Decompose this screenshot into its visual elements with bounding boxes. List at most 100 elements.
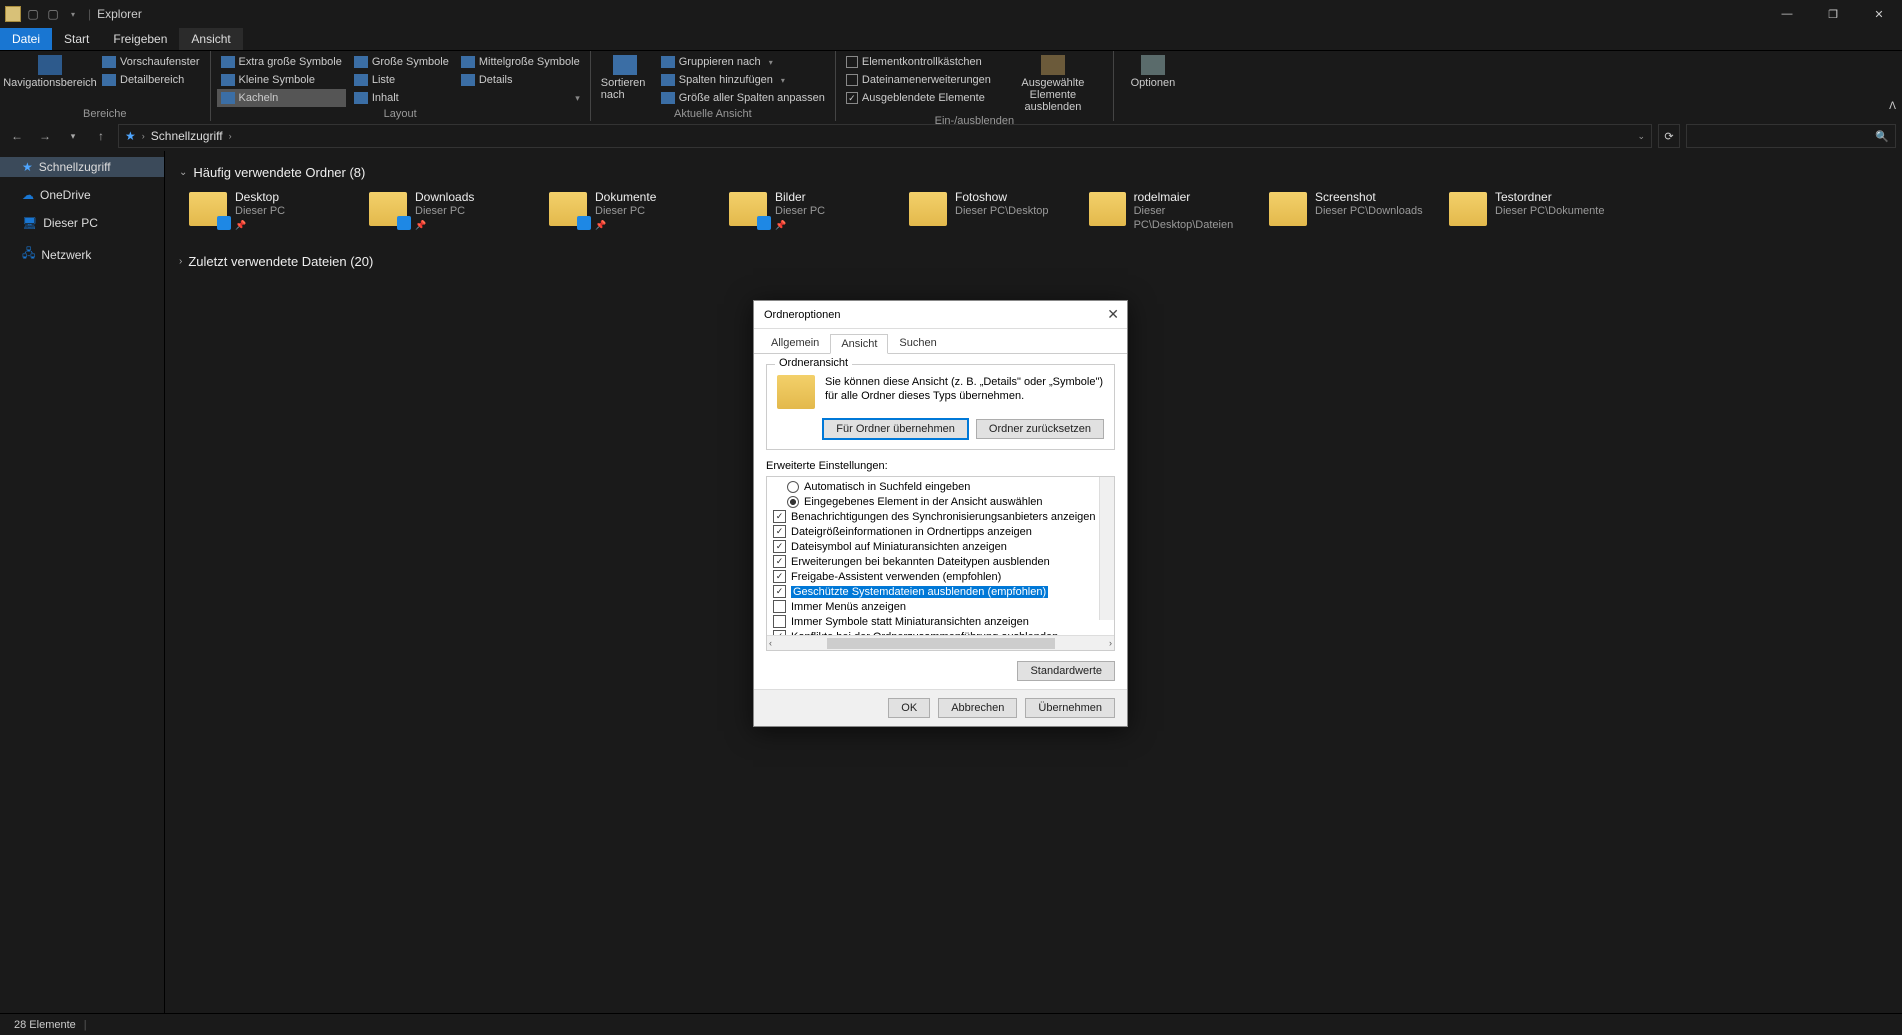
hide-selected-button[interactable]: Ausgewählte Elemente ausblenden	[999, 53, 1107, 115]
layout-small[interactable]: Kleine Symbole	[217, 71, 346, 89]
breadcrumb-segment[interactable]: Schnellzugriff	[151, 129, 223, 143]
label: Netzwerk	[41, 248, 91, 262]
folder-tile[interactable]: DesktopDieser PC📌	[187, 188, 365, 236]
options-button[interactable]: Optionen	[1120, 53, 1186, 91]
layout-large[interactable]: Große Symbole	[350, 53, 453, 71]
back-button[interactable]: ←	[6, 129, 28, 143]
advanced-setting-row[interactable]: Geschützte Systemdateien ausblenden (emp…	[773, 584, 1114, 599]
advanced-setting-row[interactable]: Dateisymbol auf Miniaturansichten anzeig…	[773, 539, 1114, 554]
file-extensions-toggle[interactable]: Dateinamenerweiterungen	[842, 71, 995, 89]
tab-view[interactable]: Ansicht	[179, 28, 242, 50]
layout-details[interactable]: Details	[457, 71, 584, 89]
advanced-setting-row[interactable]: Benachrichtigungen des Synchronisierungs…	[773, 509, 1114, 524]
maximize-button[interactable]: ❐	[1810, 0, 1856, 28]
sidebar-network[interactable]: 🖧Netzwerk	[0, 241, 164, 268]
folder-tile[interactable]: FotoshowDieser PC\Desktop	[907, 188, 1085, 236]
group-by-button[interactable]: Gruppieren nach▾	[657, 53, 829, 71]
autosize-columns-button[interactable]: Größe aller Spalten anpassen	[657, 89, 829, 107]
section-recent-files[interactable]: › Zuletzt verwendete Dateien (20)	[179, 254, 1894, 269]
folder-tile[interactable]: ScreenshotDieser PC\Downloads	[1267, 188, 1445, 236]
chevron-right-icon: ›	[179, 256, 182, 267]
dialog-tab-view[interactable]: Ansicht	[830, 334, 888, 354]
item-checkboxes-toggle[interactable]: Elementkontrollkästchen	[842, 53, 995, 71]
dialog-tab-search[interactable]: Suchen	[888, 333, 947, 353]
up-button[interactable]: ↑	[90, 129, 112, 143]
layout-list[interactable]: Liste	[350, 71, 453, 89]
collapse-ribbon-icon[interactable]: ᐱ	[1889, 101, 1896, 112]
refresh-button[interactable]: ⟳	[1658, 124, 1680, 148]
folder-tile[interactable]: BilderDieser PC📌	[727, 188, 905, 236]
add-columns-button[interactable]: Spalten hinzufügen▾	[657, 71, 829, 89]
dialog-tabs: Allgemein Ansicht Suchen	[754, 329, 1127, 354]
chevron-down-icon[interactable]: ⌄	[1637, 131, 1645, 142]
layout-content[interactable]: Inhalt	[350, 89, 453, 107]
label: Liste	[372, 74, 395, 86]
scroll-left-icon[interactable]: ‹	[769, 638, 772, 648]
tab-file[interactable]: Datei	[0, 28, 52, 50]
dialog-tab-general[interactable]: Allgemein	[760, 333, 830, 353]
hidden-items-toggle[interactable]: ✓Ausgeblendete Elemente	[842, 89, 995, 107]
folder-name: Dokumente	[595, 190, 656, 204]
layout-medium[interactable]: Mittelgroße Symbole	[457, 53, 584, 71]
navigation-pane-button[interactable]: Navigationsbereich	[6, 53, 94, 91]
advanced-setting-row[interactable]: Immer Menüs anzeigen	[773, 599, 1114, 614]
layout-extra-large[interactable]: Extra große Symbole	[217, 53, 346, 71]
folder-tile[interactable]: rodelmaierDieser PC\Desktop\Dateien	[1087, 188, 1265, 236]
advanced-setting-row[interactable]: Konflikte bei der Ordnerzusammenführung …	[773, 629, 1114, 635]
preview-pane-button[interactable]: Vorschaufenster	[98, 53, 204, 71]
folder-name: Desktop	[235, 190, 285, 204]
layout-more[interactable]: ▾	[457, 89, 584, 107]
apply-button[interactable]: Übernehmen	[1025, 698, 1115, 718]
close-button[interactable]: ✕	[1856, 0, 1902, 28]
sort-by-button[interactable]: Sortieren nach	[597, 53, 653, 103]
label: Details	[479, 74, 513, 86]
chevron-right-icon[interactable]: ›	[229, 131, 232, 141]
sidebar-quick-access[interactable]: ★Schnellzugriff	[0, 157, 164, 177]
label: Gruppieren nach	[679, 56, 761, 68]
sidebar-onedrive[interactable]: ☁OneDrive	[0, 185, 164, 205]
forward-button[interactable]: →	[34, 129, 56, 143]
advanced-setting-row[interactable]: Dateigrößeinformationen in Ordnertipps a…	[773, 524, 1114, 539]
pin-icon: 📌	[415, 218, 474, 232]
qat-dropdown-icon[interactable]: ▾	[64, 5, 82, 23]
reset-folders-button[interactable]: Ordner zurücksetzen	[976, 419, 1104, 439]
tab-share[interactable]: Freigeben	[101, 28, 179, 50]
search-input[interactable]: 🔍	[1686, 124, 1896, 148]
horizontal-scrollbar[interactable]: ‹ ›	[767, 635, 1114, 650]
label: OneDrive	[40, 188, 91, 202]
section-frequent-folders[interactable]: ⌄ Häufig verwendete Ordner (8)	[179, 165, 1894, 180]
history-dropdown-icon[interactable]: ▾	[62, 131, 84, 142]
cancel-button[interactable]: Abbrechen	[938, 698, 1017, 718]
restore-defaults-button[interactable]: Standardwerte	[1017, 661, 1115, 681]
advanced-setting-row[interactable]: Immer Symbole statt Miniaturansichten an…	[773, 614, 1114, 629]
qat-item[interactable]: ▢	[24, 5, 42, 23]
chevron-right-icon[interactable]: ›	[142, 131, 145, 141]
sidebar-this-pc[interactable]: 🖥Dieser PC	[0, 213, 164, 233]
minimize-button[interactable]: —	[1764, 0, 1810, 28]
qat-item[interactable]: ▢	[44, 5, 62, 23]
advanced-settings-list[interactable]: Automatisch in Suchfeld eingebenEingegeb…	[767, 477, 1114, 635]
details-pane-button[interactable]: Detailbereich	[98, 71, 204, 89]
folder-icon	[729, 192, 767, 226]
advanced-setting-row[interactable]: Freigabe-Assistent verwenden (empfohlen)	[773, 569, 1114, 584]
scroll-right-icon[interactable]: ›	[1109, 638, 1112, 648]
vertical-scrollbar[interactable]	[1099, 477, 1114, 620]
folder-tile[interactable]: DownloadsDieser PC📌	[367, 188, 545, 236]
tab-start[interactable]: Start	[52, 28, 101, 50]
advanced-setting-row[interactable]: Erweiterungen bei bekannten Dateitypen a…	[773, 554, 1114, 569]
folder-tile[interactable]: TestordnerDieser PC\Dokumente	[1447, 188, 1625, 236]
ok-button[interactable]: OK	[888, 698, 930, 718]
advanced-setting-row[interactable]: Automatisch in Suchfeld eingeben	[773, 479, 1114, 494]
layout-tiles[interactable]: Kacheln	[217, 89, 346, 107]
label: Sortieren nach	[601, 77, 649, 101]
dialog-close-button[interactable]: ✕	[1107, 306, 1119, 323]
folder-path: Dieser PC\Downloads	[1315, 204, 1423, 218]
label: Schnellzugriff	[39, 160, 111, 174]
advanced-setting-row[interactable]: Eingegebenes Element in der Ansicht ausw…	[773, 494, 1114, 509]
folder-path: Dieser PC	[415, 204, 474, 218]
folder-tile[interactable]: DokumenteDieser PC📌	[547, 188, 725, 236]
scrollbar-thumb[interactable]	[827, 638, 1055, 649]
apply-to-folders-button[interactable]: Für Ordner übernehmen	[823, 419, 968, 439]
folder-path: Dieser PC	[235, 204, 285, 218]
groupbox-legend: Ordneransicht	[775, 357, 852, 369]
